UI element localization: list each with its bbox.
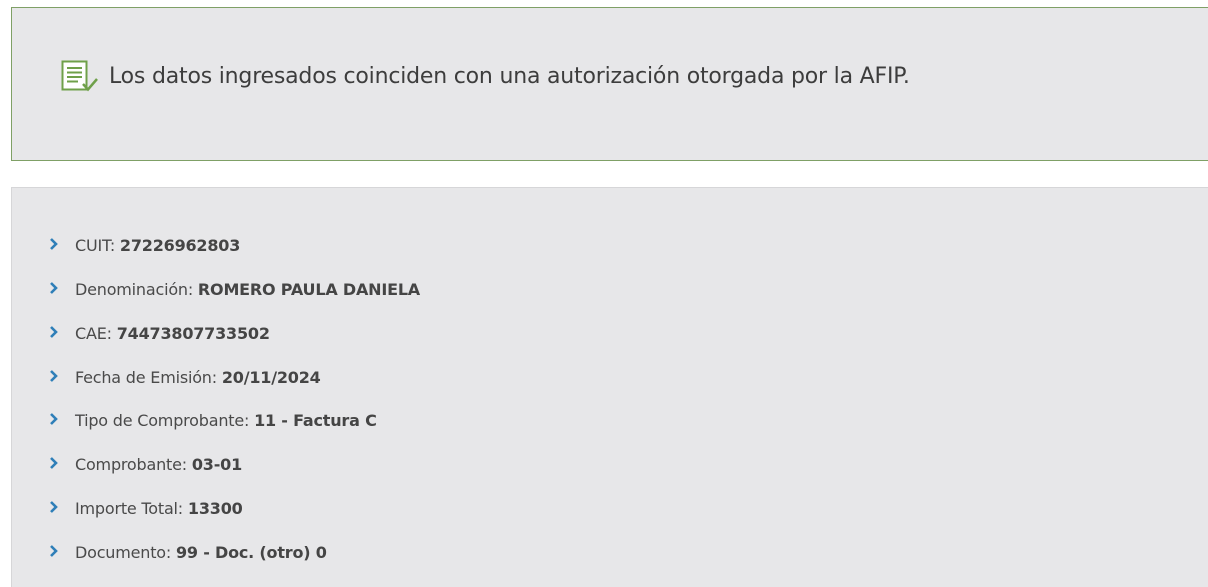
detail-text: Denominación: ROMERO PAULA DANIELA bbox=[75, 280, 420, 300]
detail-text: Tipo de Comprobante: 11 - Factura C bbox=[75, 411, 377, 431]
detail-value: 03-01 bbox=[191, 455, 243, 474]
detail-text: Comprobante: 03-01 bbox=[75, 455, 242, 475]
detail-text: CUIT: 27226962803 bbox=[75, 236, 240, 256]
chevron-right-icon bbox=[48, 411, 60, 427]
detail-label: Tipo de Comprobante: bbox=[75, 411, 255, 430]
detail-value: 99 - Doc. (otro) 0 bbox=[175, 543, 327, 562]
authorization-alert: Los datos ingresados coinciden con una a… bbox=[11, 7, 1208, 161]
alert-message: Los datos ingresados coinciden con una a… bbox=[109, 64, 910, 89]
detail-label: Denominación: bbox=[75, 280, 198, 299]
chevron-right-icon bbox=[48, 236, 60, 252]
invoice-details-panel: CUIT: 27226962803 Denominación: ROMERO P… bbox=[11, 187, 1208, 587]
chevron-right-icon bbox=[48, 455, 60, 471]
detail-text: Fecha de Emisión: 20/11/2024 bbox=[75, 368, 321, 388]
detail-label: Comprobante: bbox=[75, 455, 192, 474]
detail-value: ROMERO PAULA DANIELA bbox=[197, 280, 420, 299]
chevron-right-icon bbox=[48, 280, 60, 296]
document-check-icon bbox=[61, 60, 99, 94]
detail-value: 27226962803 bbox=[119, 236, 241, 255]
detail-label: Importe Total: bbox=[75, 499, 188, 518]
detail-value: 74473807733502 bbox=[116, 324, 270, 343]
detail-text: Documento: 99 - Doc. (otro) 0 bbox=[75, 543, 327, 563]
chevron-right-icon bbox=[48, 368, 60, 384]
detail-label: CAE: bbox=[75, 324, 117, 343]
detail-text: CAE: 74473807733502 bbox=[75, 324, 270, 344]
detail-label: Fecha de Emisión: bbox=[75, 368, 222, 387]
chevron-right-icon bbox=[48, 324, 60, 340]
detail-value: 11 - Factura C bbox=[254, 411, 377, 430]
detail-value: 13300 bbox=[187, 499, 243, 518]
detail-value: 20/11/2024 bbox=[221, 368, 321, 387]
detail-text: Importe Total: 13300 bbox=[75, 499, 243, 519]
chevron-right-icon bbox=[48, 543, 60, 559]
detail-label: Documento: bbox=[75, 543, 176, 562]
chevron-right-icon bbox=[48, 499, 60, 515]
detail-label: CUIT: bbox=[75, 236, 120, 255]
